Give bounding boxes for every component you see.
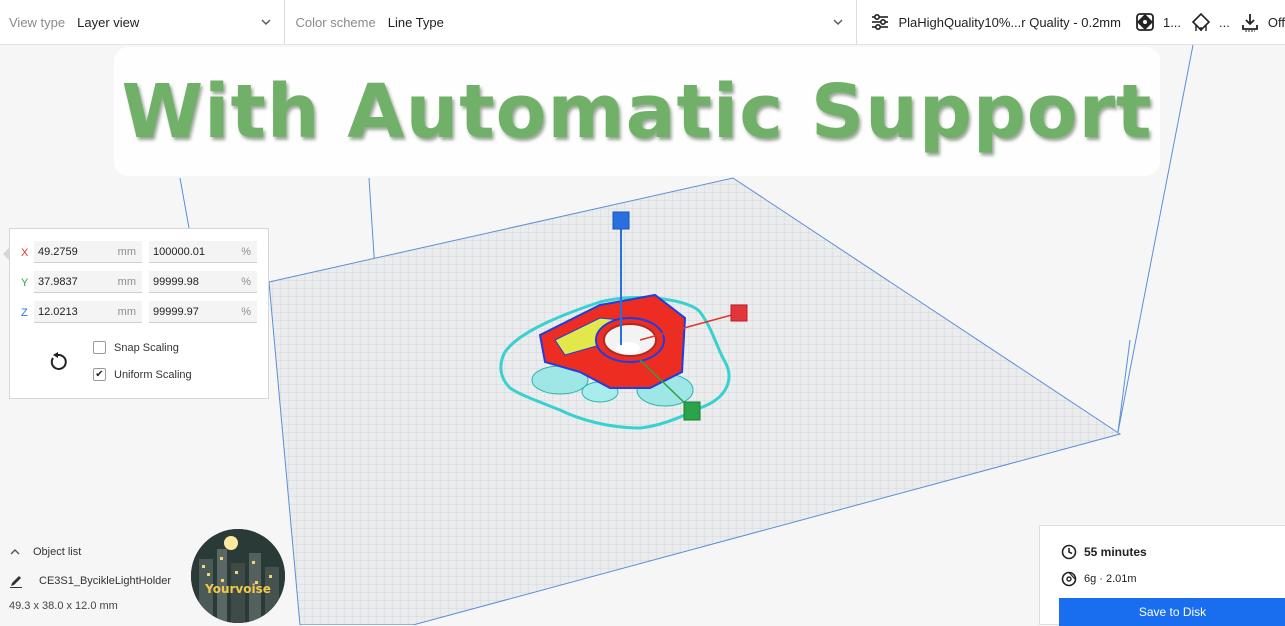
unit-mm: mm [117, 245, 136, 258]
unit-percent: % [241, 305, 251, 318]
reset-scale-icon[interactable] [47, 351, 69, 373]
scale-y-percent-field[interactable]: 99999.98 % [149, 271, 257, 293]
support-icon [1191, 12, 1211, 32]
infill-icon [1136, 13, 1154, 31]
scale-z-percent-value: 99999.97 [153, 305, 199, 318]
scale-z-mm-field[interactable]: 12.0213 mm [34, 301, 142, 323]
scale-z-percent-field[interactable]: 99999.97 % [149, 301, 257, 323]
title-banner: With Automatic Support [114, 47, 1160, 176]
adhesion-download-icon [1241, 14, 1258, 32]
view-type-value: Layer view [77, 14, 140, 30]
color-scheme-dropdown[interactable]: Color scheme Line Type [285, 0, 858, 44]
unit-mm: mm [117, 275, 136, 288]
scale-row-y: Y 37.9837 mm 99999.98 % [10, 271, 268, 295]
scale-tool-panel: X 49.2759 mm 100000.01 % Y 37.9837 mm 99… [3, 228, 269, 399]
scale-x-mm-value: 49.2759 [38, 245, 78, 258]
save-to-disk-button[interactable]: Save to Disk [1059, 598, 1285, 626]
axis-label-z: Z [21, 307, 28, 319]
pencil-icon[interactable] [9, 574, 23, 588]
snap-scaling-label: Snap Scaling [114, 341, 179, 354]
scale-y-mm-value: 37.9837 [38, 275, 78, 288]
avatar-label: Yourvoise [204, 582, 271, 596]
channel-avatar: Yourvoise [191, 529, 285, 623]
view-type-label: View type [9, 14, 66, 30]
scale-row-x: X 49.2759 mm 100000.01 % [10, 241, 268, 265]
chevron-down-icon [261, 19, 271, 25]
scale-y-mm-field[interactable]: 37.9837 mm [34, 271, 142, 293]
axis-label-y: Y [21, 277, 29, 289]
adhesion-state: Off [1267, 14, 1285, 30]
scale-x-percent-field[interactable]: 100000.01 % [149, 241, 257, 263]
scale-x-percent-value: 100000.01 [153, 245, 205, 258]
settings-sliders-icon [872, 13, 889, 31]
print-settings-summary[interactable]: PlaHighQuality10%...r Quality - 0.2mm 1.… [857, 0, 1285, 44]
support-value: 1... [1162, 14, 1182, 30]
object-name-row[interactable]: CE3S1_BycikleLightHolder [9, 574, 171, 588]
object-name: CE3S1_BycikleLightHolder [39, 575, 172, 587]
material-row: 6g · 2.01m [1061, 571, 1137, 587]
adhesion-value: ... [1219, 14, 1230, 30]
chevron-up-icon [10, 549, 20, 555]
axis-label-x: X [21, 247, 29, 259]
print-summary-panel: 55 minutes 6g · 2.01m Save to Disk [1039, 525, 1285, 626]
unit-percent: % [241, 245, 251, 258]
object-dimensions: 49.3 x 38.0 x 12.0 mm [9, 600, 118, 612]
chevron-down-icon [833, 19, 843, 25]
uniform-scaling-label: Uniform Scaling [114, 368, 192, 381]
clock-icon [1061, 544, 1077, 560]
color-scheme-value: Line Type [387, 14, 444, 30]
top-toolbar: View type Layer view Color scheme Line T… [0, 0, 1285, 45]
profile-name: PlaHighQuality10%...r Quality - 0.2mm [898, 14, 1121, 30]
uniform-scaling-option[interactable]: ✔ Uniform Scaling [93, 368, 192, 381]
spool-icon [1061, 571, 1077, 587]
scale-row-z: Z 12.0213 mm 99999.97 % [10, 301, 268, 325]
banner-title: With Automatic Support [121, 68, 1153, 155]
scale-y-percent-value: 99999.98 [153, 275, 199, 288]
color-scheme-label: Color scheme [295, 14, 376, 30]
city-night-logo: Yourvoise [191, 529, 285, 623]
unit-mm: mm [117, 305, 136, 318]
unit-percent: % [241, 275, 251, 288]
snap-scaling-checkbox[interactable] [93, 341, 106, 354]
print-time-row: 55 minutes [1061, 544, 1147, 560]
object-list-header: Object list [33, 546, 82, 558]
view-type-dropdown[interactable]: View type Layer view [0, 0, 285, 44]
snap-scaling-option[interactable]: Snap Scaling [93, 341, 179, 354]
scale-x-mm-field[interactable]: 49.2759 mm [34, 241, 142, 263]
print-time: 55 minutes [1084, 545, 1147, 559]
uniform-scaling-checkbox[interactable]: ✔ [93, 368, 106, 381]
material-usage: 6g · 2.01m [1084, 573, 1137, 585]
object-list-toggle[interactable]: Object list [9, 546, 81, 558]
scale-z-mm-value: 12.0213 [38, 305, 78, 318]
